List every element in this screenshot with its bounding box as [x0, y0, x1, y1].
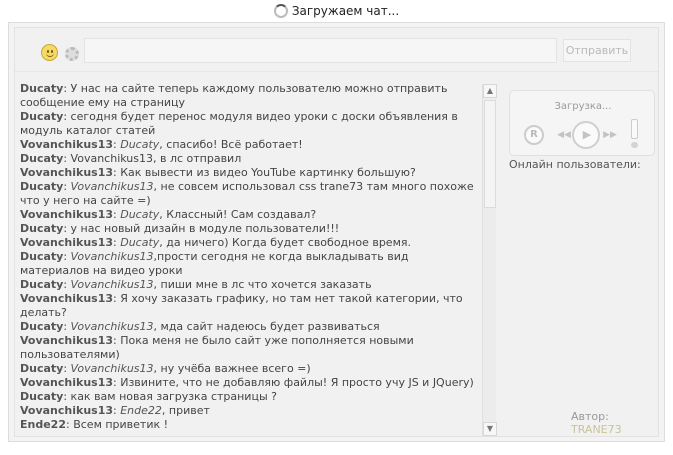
- message-addressee[interactable]: Vovanchikus13: [71, 320, 154, 333]
- message-author[interactable]: Vovanchikus13: [20, 404, 113, 417]
- message-author[interactable]: Ende22: [20, 418, 66, 431]
- next-track-icon[interactable]: ▶▶: [602, 127, 618, 143]
- chat-message: Ducaty: Vovanchikus13, не совсем использ…: [20, 180, 474, 207]
- message-text: , привет: [161, 404, 210, 417]
- play-icon[interactable]: ▶: [572, 121, 600, 149]
- chat-panel: Отправить Ducaty: У нас на сайте теперь …: [14, 27, 659, 437]
- chat-message: Vovanchikus13: Ducaty, спасибо! Всё рабо…: [20, 138, 303, 151]
- smiley-icon[interactable]: [41, 44, 58, 61]
- message-author[interactable]: Ducaty: [20, 390, 63, 403]
- message-text: : Извините, что не добавляю файлы! Я про…: [113, 376, 474, 389]
- chat-message: Ducaty: Vovanchikus13, мда сайт надеюсь …: [20, 320, 380, 333]
- loading-indicator: Загружаем чат...: [0, 4, 673, 22]
- message-author[interactable]: Vovanchikus13: [20, 236, 113, 249]
- message-list: Ducaty: У нас на сайте теперь каждому по…: [15, 82, 483, 432]
- online-users-label: Онлайн пользователи:: [509, 158, 641, 171]
- radio-player: Загрузка... R ◀◀ ▶ ▶▶: [509, 90, 655, 156]
- chat-message: Vovanchikus13: Ende22, привет: [20, 404, 210, 417]
- chat-message: Vovanchikus13: Я хочу заказать графику, …: [15, 292, 483, 320]
- player-status: Загрузка...: [554, 101, 612, 112]
- author-label: Автор:: [571, 410, 609, 423]
- message-addressee[interactable]: Vovanchikus13: [71, 362, 154, 375]
- chat-message: Vovanchikus13: Извините, что не добавляю…: [15, 376, 483, 390]
- chat-message: Ducaty: Vovanchikus13, пиши мне в лс что…: [20, 278, 372, 291]
- scroll-thumb[interactable]: [484, 100, 496, 208]
- message-author[interactable]: Ducaty: [20, 152, 63, 165]
- chat-message: Ducaty: сегодня будет перенос модуля вид…: [15, 110, 483, 138]
- message-text: : у нас новый дизайн в модуле пользовате…: [63, 222, 340, 235]
- send-button[interactable]: Отправить: [563, 39, 631, 62]
- chat-message: Vovanchikus13: Ducaty, Классный! Сам соз…: [20, 208, 317, 221]
- scroll-up-arrow-icon[interactable]: ▲: [483, 84, 497, 98]
- message-author[interactable]: Vovanchikus13: [20, 138, 113, 151]
- message-addressee[interactable]: Ducaty: [120, 208, 159, 221]
- message-author[interactable]: Vovanchikus13: [20, 166, 113, 179]
- spinner-icon: [273, 4, 288, 18]
- message-text: : Как вывести из видео YouTube картинку …: [113, 166, 416, 179]
- message-addressee[interactable]: Ducaty: [120, 236, 159, 249]
- message-text: : Vovanchikus13, в лс отправил: [63, 152, 242, 165]
- message-author[interactable]: Vovanchikus13: [20, 208, 113, 221]
- chat-message: Vovanchikus13: Ducaty, да ничего) Когда …: [20, 236, 411, 249]
- loading-text: Загружаем чат...: [291, 4, 400, 18]
- message-text: , спасибо! Всё работает!: [159, 138, 303, 151]
- message-addressee[interactable]: Vovanchikus13: [71, 250, 154, 263]
- message-addressee[interactable]: Ende22: [120, 404, 162, 417]
- chat-message: Ducaty: У нас на сайте теперь каждому по…: [15, 82, 483, 110]
- author-link[interactable]: TRANE73: [571, 423, 622, 436]
- message-text: , Классный! Сам создавал?: [159, 208, 317, 221]
- message-text: , мда сайт надеюсь будет развиваться: [153, 320, 380, 333]
- scroll-down-arrow-icon[interactable]: ▼: [483, 422, 497, 436]
- chat-message: Vovanchikus13: Как вывести из видео YouT…: [15, 166, 483, 180]
- message-text: , да ничего) Когда будет свободное время…: [159, 236, 411, 249]
- message-author[interactable]: Ducaty: [20, 278, 63, 291]
- message-addressee[interactable]: Vovanchikus13: [71, 180, 154, 193]
- message-text: : У нас на сайте теперь каждому пользова…: [20, 82, 448, 109]
- radio-icon[interactable]: R: [524, 125, 544, 145]
- composer-bar: Отправить: [15, 28, 658, 72]
- previous-track-icon[interactable]: ◀◀: [556, 127, 572, 143]
- message-text: : сегодня будет перенос модуля видео уро…: [20, 110, 458, 137]
- message-text: : Всем приветик !: [66, 418, 169, 431]
- message-author[interactable]: Ducaty: [20, 320, 63, 333]
- chat-message: Ende22: Всем приветик !: [15, 418, 483, 432]
- chat-message: Ducaty: Vovanchikus13, в лс отправил: [15, 152, 483, 166]
- message-author[interactable]: Vovanchikus13: [20, 376, 113, 389]
- message-author[interactable]: Vovanchikus13: [20, 292, 113, 305]
- message-addressee[interactable]: Vovanchikus13: [71, 278, 154, 291]
- chat-message: Ducaty: Vovanchikus13,прости сегодня не …: [20, 250, 409, 277]
- message-author[interactable]: Ducaty: [20, 222, 63, 235]
- chat-scrollbar[interactable]: ▲ ▼: [482, 84, 497, 436]
- author-credit: Автор: TRANE73: [571, 410, 658, 436]
- message-author[interactable]: Ducaty: [20, 362, 63, 375]
- message-addressee[interactable]: Ducaty: [120, 138, 159, 151]
- message-author[interactable]: Vovanchikus13: [20, 334, 113, 347]
- message-author[interactable]: Ducaty: [20, 180, 63, 193]
- message-text: , пиши мне в лс что хочется заказать: [153, 278, 372, 291]
- gear-icon[interactable]: [65, 47, 79, 61]
- message-input[interactable]: [84, 38, 557, 63]
- chat-widget: Отправить Ducaty: У нас на сайте теперь …: [8, 22, 665, 442]
- message-text: , ну учёба важнее всего =): [153, 362, 311, 375]
- message-author[interactable]: Ducaty: [20, 250, 63, 263]
- chat-message: Ducaty: Vovanchikus13, ну учёба важнее в…: [20, 362, 311, 375]
- message-author[interactable]: Ducaty: [20, 110, 63, 123]
- chat-message: Ducaty: как вам новая загрузка страницы …: [15, 390, 483, 404]
- chat-message: Vovanchikus13: Пока меня не было сайт уж…: [15, 334, 483, 362]
- message-text: : как вам новая загрузка страницы ?: [63, 390, 277, 403]
- chat-message: Ducaty: у нас новый дизайн в модуле поль…: [15, 222, 483, 236]
- volume-icon[interactable]: [630, 119, 639, 149]
- message-author[interactable]: Ducaty: [20, 82, 63, 95]
